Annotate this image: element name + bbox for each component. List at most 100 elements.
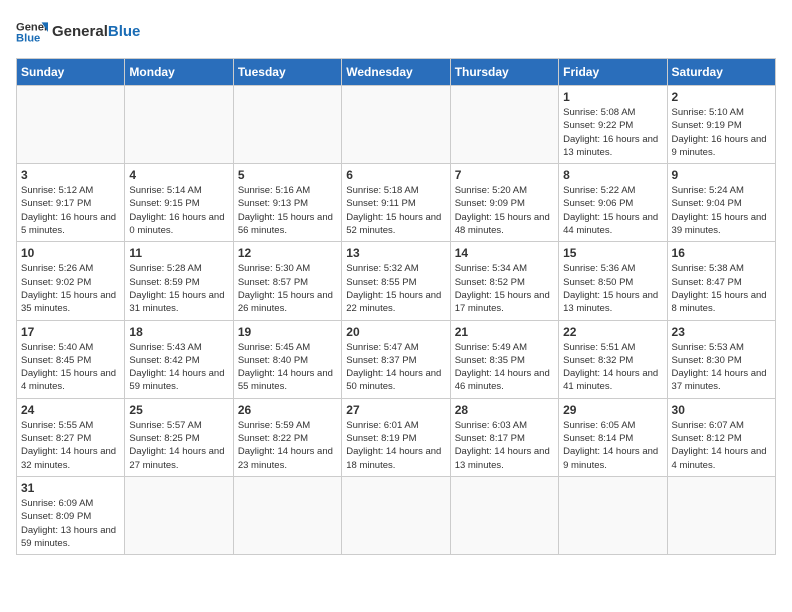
day-number: 18	[129, 325, 228, 339]
calendar-cell	[342, 86, 450, 164]
header-monday: Monday	[125, 59, 233, 86]
calendar-cell: 2Sunrise: 5:10 AM Sunset: 9:19 PM Daylig…	[667, 86, 775, 164]
day-info: Sunrise: 5:20 AM Sunset: 9:09 PM Dayligh…	[455, 184, 554, 237]
day-number: 4	[129, 168, 228, 182]
calendar-cell: 15 Sunrise: 5:36 AM Sunset: 8:50 PM Dayli…	[559, 242, 667, 320]
day-info: Sunrise: 6:01 AM Sunset: 8:19 PM Dayligh…	[346, 419, 445, 472]
calendar-cell: 30 Sunrise: 6:07 AM Sunset: 8:12 PM Dayli…	[667, 398, 775, 476]
calendar-cell: 12 Sunrise: 5:30 AM Sunset: 8:57 PM Dayli…	[233, 242, 341, 320]
day-number: 10	[21, 246, 120, 260]
day-number: 9	[672, 168, 771, 182]
calendar-cell: 8 Sunrise: 5:22 AM Sunset: 9:06 PM Daylig…	[559, 164, 667, 242]
logo-blue: Blue	[108, 23, 141, 40]
calendar-cell: 16Sunrise: 5:38 AM Sunset: 8:47 PM Dayli…	[667, 242, 775, 320]
calendar-cell	[450, 86, 558, 164]
header-wednesday: Wednesday	[342, 59, 450, 86]
day-number: 29	[563, 403, 662, 417]
calendar-cell	[17, 86, 125, 164]
calendar-table: SundayMondayTuesdayWednesdayThursdayFrid…	[16, 58, 776, 555]
calendar-cell: 4 Sunrise: 5:14 AM Sunset: 9:15 PM Daylig…	[125, 164, 233, 242]
calendar-cell	[125, 86, 233, 164]
day-info: Sunrise: 5:34 AM Sunset: 8:52 PM Dayligh…	[455, 262, 554, 315]
day-number: 26	[238, 403, 337, 417]
day-info: Sunrise: 5:57 AM Sunset: 8:25 PM Dayligh…	[129, 419, 228, 472]
day-info: Sunrise: 5:43 AM Sunset: 8:42 PM Dayligh…	[129, 341, 228, 394]
calendar-cell: 24Sunrise: 5:55 AM Sunset: 8:27 PM Dayli…	[17, 398, 125, 476]
day-number: 30	[672, 403, 771, 417]
calendar-cell	[233, 86, 341, 164]
calendar-cell: 11 Sunrise: 5:28 AM Sunset: 8:59 PM Dayli…	[125, 242, 233, 320]
day-number: 13	[346, 246, 445, 260]
calendar-cell	[233, 476, 341, 554]
calendar-cell: 10 Sunrise: 5:26 AM Sunset: 9:02 PM Dayli…	[17, 242, 125, 320]
header-tuesday: Tuesday	[233, 59, 341, 86]
day-info: Sunrise: 6:03 AM Sunset: 8:17 PM Dayligh…	[455, 419, 554, 472]
day-info: Sunrise: 6:07 AM Sunset: 8:12 PM Dayligh…	[672, 419, 771, 472]
calendar-week-row: 24Sunrise: 5:55 AM Sunset: 8:27 PM Dayli…	[17, 398, 776, 476]
calendar-cell	[125, 476, 233, 554]
day-number: 7	[455, 168, 554, 182]
calendar-cell: 25 Sunrise: 5:57 AM Sunset: 8:25 PM Dayli…	[125, 398, 233, 476]
day-number: 11	[129, 246, 228, 260]
day-info: Sunrise: 6:09 AM Sunset: 8:09 PM Dayligh…	[21, 497, 120, 550]
day-number: 24	[21, 403, 120, 417]
day-number: 3	[21, 168, 120, 182]
day-info: Sunrise: 5:36 AM Sunset: 8:50 PM Dayligh…	[563, 262, 662, 315]
day-number: 28	[455, 403, 554, 417]
day-number: 19	[238, 325, 337, 339]
day-info: Sunrise: 5:38 AM Sunset: 8:47 PM Dayligh…	[672, 262, 771, 315]
calendar-header-row: SundayMondayTuesdayWednesdayThursdayFrid…	[17, 59, 776, 86]
day-info: Sunrise: 5:22 AM Sunset: 9:06 PM Dayligh…	[563, 184, 662, 237]
calendar-cell: 18 Sunrise: 5:43 AM Sunset: 8:42 PM Dayli…	[125, 320, 233, 398]
calendar-cell	[342, 476, 450, 554]
day-number: 15	[563, 246, 662, 260]
calendar-cell: 23Sunrise: 5:53 AM Sunset: 8:30 PM Dayli…	[667, 320, 775, 398]
day-number: 31	[21, 481, 120, 495]
day-number: 20	[346, 325, 445, 339]
day-number: 27	[346, 403, 445, 417]
day-number: 8	[563, 168, 662, 182]
day-number: 14	[455, 246, 554, 260]
day-number: 1	[563, 90, 662, 104]
logo: General Blue GeneralBlue	[16, 16, 140, 48]
header-saturday: Saturday	[667, 59, 775, 86]
calendar-week-row: 17 Sunrise: 5:40 AM Sunset: 8:45 PM Dayli…	[17, 320, 776, 398]
calendar-cell	[667, 476, 775, 554]
calendar-cell: 28 Sunrise: 6:03 AM Sunset: 8:17 PM Dayli…	[450, 398, 558, 476]
calendar-cell: 20 Sunrise: 5:47 AM Sunset: 8:37 PM Dayli…	[342, 320, 450, 398]
calendar-week-row: 1Sunrise: 5:08 AM Sunset: 9:22 PM Daylig…	[17, 86, 776, 164]
day-info: Sunrise: 5:16 AM Sunset: 9:13 PM Dayligh…	[238, 184, 337, 237]
day-info: Sunrise: 5:26 AM Sunset: 9:02 PM Dayligh…	[21, 262, 120, 315]
day-info: Sunrise: 5:14 AM Sunset: 9:15 PM Dayligh…	[129, 184, 228, 237]
day-info: Sunrise: 5:51 AM Sunset: 8:32 PM Dayligh…	[563, 341, 662, 394]
calendar-cell	[559, 476, 667, 554]
header-sunday: Sunday	[17, 59, 125, 86]
day-number: 5	[238, 168, 337, 182]
day-info: Sunrise: 5:40 AM Sunset: 8:45 PM Dayligh…	[21, 341, 120, 394]
calendar-cell: 5 Sunrise: 5:16 AM Sunset: 9:13 PM Daylig…	[233, 164, 341, 242]
day-info: Sunrise: 6:05 AM Sunset: 8:14 PM Dayligh…	[563, 419, 662, 472]
day-info: Sunrise: 5:30 AM Sunset: 8:57 PM Dayligh…	[238, 262, 337, 315]
logo-general: General	[52, 23, 108, 40]
calendar-cell: 3Sunrise: 5:12 AM Sunset: 9:17 PM Daylig…	[17, 164, 125, 242]
day-number: 2	[672, 90, 771, 104]
logo-icon: General Blue	[16, 16, 48, 48]
calendar-cell: 1Sunrise: 5:08 AM Sunset: 9:22 PM Daylig…	[559, 86, 667, 164]
day-info: Sunrise: 5:18 AM Sunset: 9:11 PM Dayligh…	[346, 184, 445, 237]
calendar-cell: 29 Sunrise: 6:05 AM Sunset: 8:14 PM Dayli…	[559, 398, 667, 476]
calendar-cell: 13 Sunrise: 5:32 AM Sunset: 8:55 PM Dayli…	[342, 242, 450, 320]
day-info: Sunrise: 5:47 AM Sunset: 8:37 PM Dayligh…	[346, 341, 445, 394]
calendar-cell: 9Sunrise: 5:24 AM Sunset: 9:04 PM Daylig…	[667, 164, 775, 242]
day-number: 25	[129, 403, 228, 417]
calendar-cell: 26Sunrise: 5:59 AM Sunset: 8:22 PM Dayli…	[233, 398, 341, 476]
calendar-cell: 14 Sunrise: 5:34 AM Sunset: 8:52 PM Dayli…	[450, 242, 558, 320]
day-number: 17	[21, 325, 120, 339]
day-number: 12	[238, 246, 337, 260]
calendar-cell: 7 Sunrise: 5:20 AM Sunset: 9:09 PM Daylig…	[450, 164, 558, 242]
calendar-week-row: 3Sunrise: 5:12 AM Sunset: 9:17 PM Daylig…	[17, 164, 776, 242]
header-thursday: Thursday	[450, 59, 558, 86]
calendar-cell: 27 Sunrise: 6:01 AM Sunset: 8:19 PM Dayli…	[342, 398, 450, 476]
day-info: Sunrise: 5:28 AM Sunset: 8:59 PM Dayligh…	[129, 262, 228, 315]
day-info: Sunrise: 5:32 AM Sunset: 8:55 PM Dayligh…	[346, 262, 445, 315]
page-header: General Blue GeneralBlue	[16, 16, 776, 48]
